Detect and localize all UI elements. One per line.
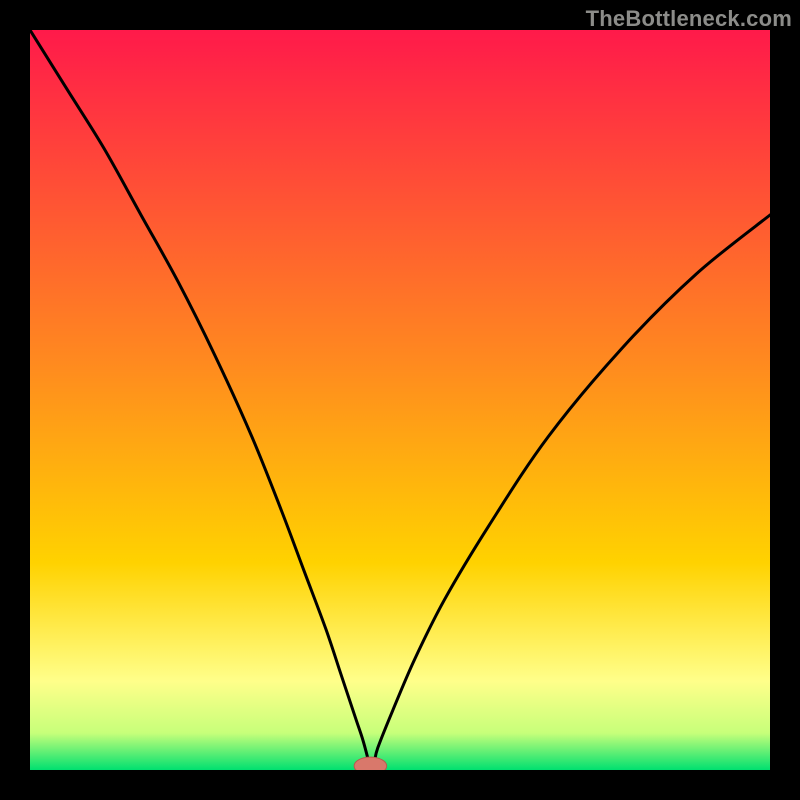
watermark-text: TheBottleneck.com xyxy=(586,6,792,32)
gradient-background xyxy=(30,30,770,770)
bottleneck-chart xyxy=(30,30,770,770)
plot-area xyxy=(30,30,770,770)
chart-frame: TheBottleneck.com xyxy=(0,0,800,800)
